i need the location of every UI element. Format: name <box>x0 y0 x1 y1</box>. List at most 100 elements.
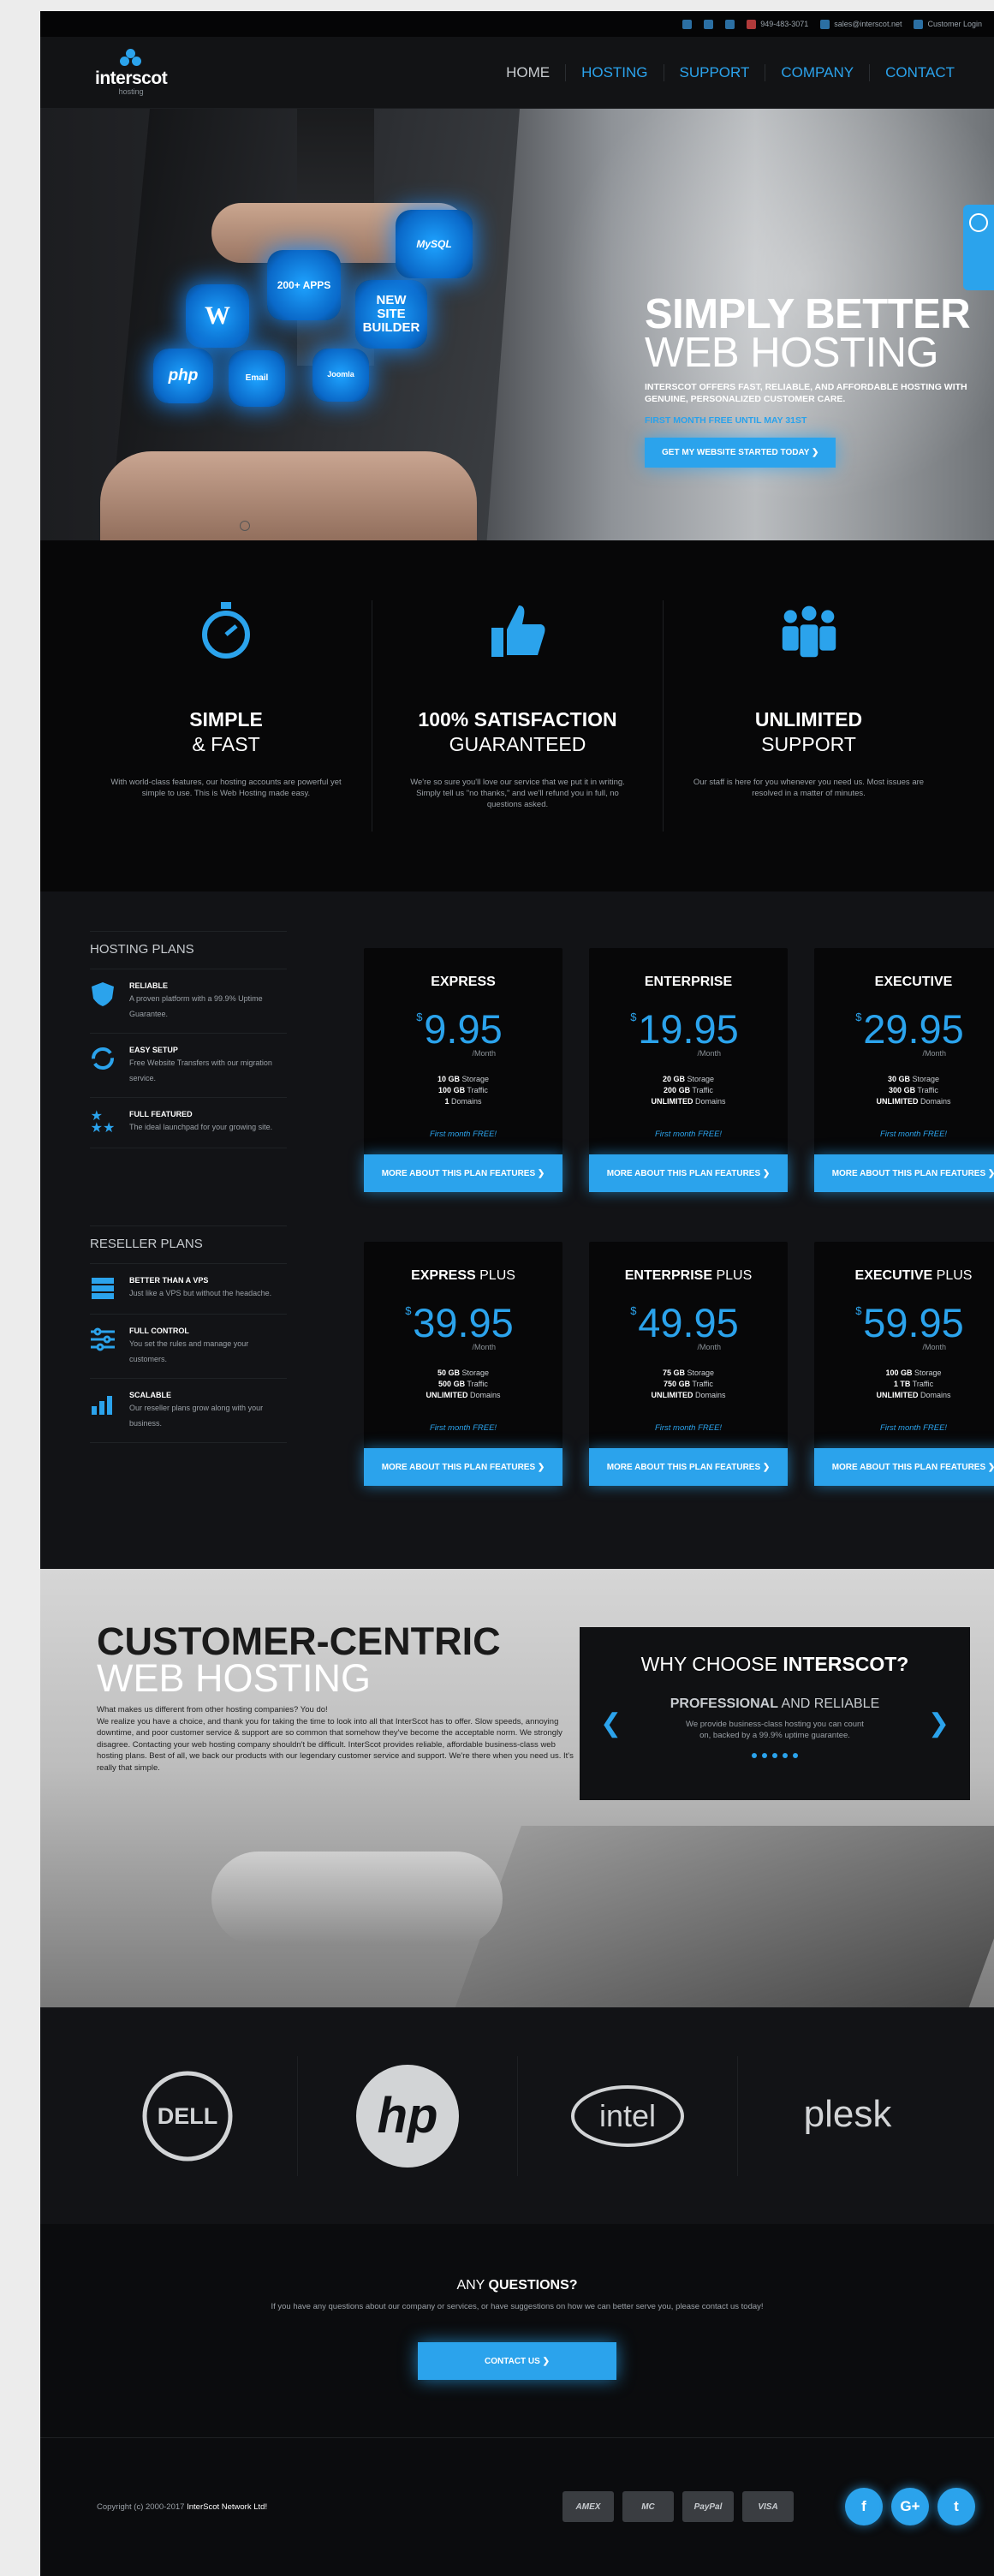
cloud-logo-icon <box>120 49 142 68</box>
contact-us-button[interactable]: CONTACT US ❯ <box>418 2342 616 2380</box>
plan-more-button[interactable]: MORE ABOUT THIS PLAN FEATURES ❯ <box>364 1154 562 1192</box>
perk-title: FULL FEATURED <box>129 1110 193 1118</box>
reseller-plans-title: RESELLER PLANS <box>90 1225 287 1264</box>
carousel-dot[interactable] <box>752 1753 757 1758</box>
why-title-bold: INTERSCOT? <box>783 1653 909 1675</box>
plan-specs: 100 GB Storage 1 TB Traffic UNLIMITED Doma… <box>876 1368 951 1399</box>
logo[interactable]: interscot hosting <box>95 49 168 96</box>
why-sub-light: AND RELIABLE <box>777 1696 880 1711</box>
why-text: We provide business-class hosting you ca… <box>686 1720 864 1740</box>
nav-company[interactable]: COMPANY <box>765 63 869 81</box>
perk-item: EASY SETUP Free Website Transfers with ou… <box>90 1034 287 1098</box>
feature-sub: & FAST <box>192 733 260 755</box>
sync-icon <box>90 1046 116 1071</box>
plan-name: EXPRESS PLUS <box>411 1268 515 1283</box>
feature-title: UNLIMITED <box>754 708 863 730</box>
facebook-small-icon[interactable] <box>682 19 693 29</box>
email-address: sales@interscot.net <box>834 20 902 28</box>
questions-text: If you have any questions about our comp… <box>271 2302 764 2311</box>
joomla-gear: Joomla <box>312 349 369 402</box>
plan-more-button[interactable]: MORE ABOUT THIS PLAN FEATURES ❯ <box>589 1154 788 1192</box>
paypal-icon: PayPal <box>682 2491 734 2522</box>
nav-home[interactable]: HOME <box>491 64 565 81</box>
hero-copy: SIMPLY BETTER WEB HOSTING INTERSCOT OFFE… <box>645 294 987 468</box>
plan-free-month: First month FREE! <box>879 1130 948 1139</box>
carousel-dot[interactable] <box>772 1753 777 1758</box>
plan-card: ENTERPRISE $19.95/Month 20 GB Storage 200 G… <box>589 948 788 1192</box>
hosting-plans-title: HOSTING PLANS <box>90 931 287 969</box>
carousel-dot[interactable] <box>793 1753 798 1758</box>
nav-support[interactable]: SUPPORT <box>663 63 765 81</box>
feature-text: With world-class features, our hosting a… <box>110 778 342 798</box>
plan-name: ENTERPRISE PLUS <box>624 1268 753 1283</box>
plan-name: EXPRESS <box>431 975 496 989</box>
login-link[interactable]: Customer Login <box>914 19 982 29</box>
perk-title: BETTER THAN A VPS <box>129 1276 209 1285</box>
features-section: SIMPLE & FAST With world-class features,… <box>40 540 994 891</box>
plan-more-button[interactable]: MORE ABOUT THIS PLAN FEATURES ❯ <box>814 1154 994 1192</box>
carousel-dot[interactable] <box>762 1753 767 1758</box>
feature-support: UNLIMITED SUPPORT Our staff is here for … <box>663 600 954 832</box>
slider-dot[interactable] <box>240 521 250 531</box>
chevron-right-icon[interactable]: ❯ <box>928 1708 949 1738</box>
get-started-button[interactable]: GET MY WEBSITE STARTED TODAY ❯ <box>645 438 836 468</box>
apps-gear: 200+ APPS <box>267 250 341 320</box>
plan-free-month: First month FREE! <box>879 1423 948 1433</box>
plan-specs: 50 GB Storage 500 GB Traffic UNLIMITED Dom… <box>426 1368 501 1399</box>
plan-card: EXPRESS $9.95/Month 10 GB Storage 100 GB Tr… <box>364 948 562 1192</box>
phone-item[interactable]: 949-483-3071 <box>747 19 808 29</box>
email-item[interactable]: sales@interscot.net <box>820 19 902 29</box>
customer-text: What makes us different from other hosti… <box>97 1704 576 1774</box>
flag-icon <box>747 19 757 29</box>
plan-name: EXECUTIVE <box>874 975 953 989</box>
plan-card: EXPRESS PLUS $39.95/Month 50 GB Storage 500… <box>364 1242 562 1486</box>
partner-plesk-label: plesk <box>804 2093 893 2135</box>
google-plus-icon[interactable]: G+ <box>891 2488 929 2525</box>
nav-hosting[interactable]: HOSTING <box>565 63 663 81</box>
feature-sub: SUPPORT <box>761 733 856 755</box>
lower-hand-image <box>100 451 477 540</box>
plan-more-button[interactable]: MORE ABOUT THIS PLAN FEATURES ❯ <box>589 1448 788 1486</box>
email-gear: Email <box>229 350 285 407</box>
copyright: Copyright (c) 2000-2017 InterScot Networ… <box>97 2502 267 2512</box>
perk-title: SCALABLE <box>129 1391 171 1399</box>
perk-title: RELIABLE <box>129 981 168 990</box>
stars-icon: ★ ★★ <box>90 1109 116 1136</box>
logo-sub: hosting <box>118 87 144 96</box>
reseller-perks: RESELLER PLANS BETTER THAN A VPS Just lik… <box>90 1225 287 1443</box>
site-header: interscot hosting HOME HOSTING SUPPORT C… <box>40 37 994 109</box>
plan-more-button[interactable]: MORE ABOUT THIS PLAN FEATURES ❯ <box>364 1448 562 1486</box>
why-choose-carousel: WHY CHOOSE INTERSCOT? PROFESSIONAL AND R… <box>580 1627 970 1800</box>
nav-contact[interactable]: CONTACT <box>869 63 970 81</box>
feature-sub: GUARANTEED <box>449 733 586 755</box>
copyright-text: Copyright (c) 2000-2017 <box>97 2501 187 2512</box>
perk-text: You set the rules and manage your custom… <box>129 1339 249 1363</box>
perk-title: FULL CONTROL <box>129 1327 189 1335</box>
perk-item: SCALABLE Our reseller plans grow along wi… <box>90 1379 287 1443</box>
chevron-left-icon[interactable]: ❮ <box>600 1708 622 1738</box>
plan-free-month: First month FREE! <box>429 1130 497 1139</box>
questions-title-pre: ANY <box>456 2278 489 2293</box>
partner-hp-label: hp <box>378 2088 438 2144</box>
customer-copy: CUSTOMER-CENTRIC WEB HOSTING What makes … <box>97 1622 576 1774</box>
feature-title: 100% SATISFACTION <box>418 708 617 730</box>
partner-hp: hp <box>297 2055 517 2176</box>
feature-satisfaction: 100% SATISFACTION GUARANTEED We're so su… <box>372 600 663 832</box>
partner-intel-label: intel <box>599 2098 656 2133</box>
google-plus-small-icon[interactable] <box>704 19 714 29</box>
live-chat-tab[interactable] <box>963 205 994 290</box>
partner-intel: intel <box>517 2055 737 2176</box>
perk-text: Just like a VPS but without the headache… <box>129 1289 272 1297</box>
copyright-company: InterScot Network Ltd! <box>187 2501 268 2512</box>
partners-section: DELL hp intel plesk <box>40 2007 994 2224</box>
visa-icon: VISA <box>742 2491 794 2522</box>
perk-title: EASY SETUP <box>129 1046 178 1054</box>
plan-more-button[interactable]: MORE ABOUT THIS PLAN FEATURES ❯ <box>814 1448 994 1486</box>
carousel-dot[interactable] <box>783 1753 788 1758</box>
twitter-small-icon[interactable] <box>725 19 735 29</box>
plan-card: ENTERPRISE PLUS $49.95/Month 75 GB Storage… <box>589 1242 788 1486</box>
plan-card: EXECUTIVE PLUS $59.95/Month 100 GB Storage… <box>814 1242 994 1486</box>
twitter-icon[interactable]: t <box>937 2488 975 2525</box>
facebook-icon[interactable]: f <box>845 2488 883 2525</box>
page: 949-483-3071 sales@interscot.net Custome… <box>40 11 994 2576</box>
